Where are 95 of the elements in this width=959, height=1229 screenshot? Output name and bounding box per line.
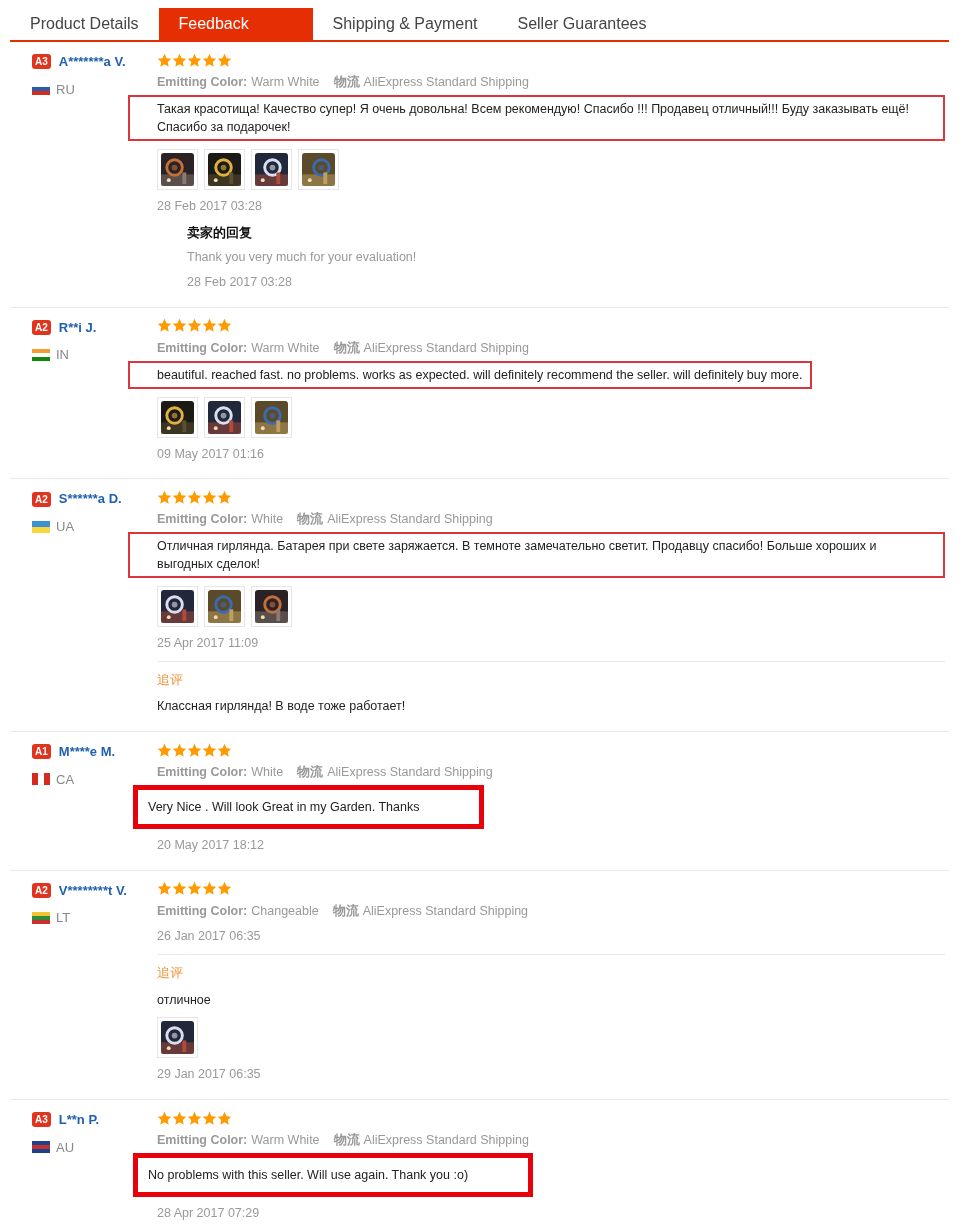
country-code: UA: [56, 517, 75, 536]
star-icon: [217, 318, 232, 334]
star-icon: [172, 742, 187, 758]
star-icon: [187, 1110, 202, 1126]
attribute-value: Changeable: [251, 902, 319, 920]
reply-title: 卖家的回复: [187, 224, 253, 242]
level-badge: A2: [32, 491, 51, 507]
star-icon: [172, 881, 187, 896]
follow-up-text: Классная гирлянда! В воде тоже работает!: [157, 698, 407, 716]
star-icon: [157, 52, 172, 68]
follow-up-title: 追评: [157, 670, 184, 689]
star-icon: [202, 489, 217, 505]
country-code: CA: [56, 770, 75, 789]
star-icon: [217, 52, 232, 68]
user-name[interactable]: M****e M.: [58, 742, 116, 762]
level-badge: A3: [32, 1112, 51, 1128]
attribute-label: 物流: [332, 902, 359, 920]
review-text: Отличная гирлянда. Батарея при свете заряжается. В темноте замечательно светит. Продавцу спасибо! Больше хороших и выгодных сделок!: [157, 538, 878, 573]
country-code: RU: [56, 80, 75, 99]
country-code: IN: [56, 346, 69, 365]
attribute-label: 物流: [333, 74, 360, 91]
tab[interactable]: Shipping & Payment: [312, 8, 498, 40]
attribute-label: Emitting Color:: [157, 511, 248, 529]
review-date: 26 Jan 2017 06:35: [157, 928, 262, 946]
star-icon: [187, 318, 202, 334]
attribute-value: AliExpress Standard Shipping: [327, 764, 493, 781]
star-icon: [157, 489, 172, 505]
attribute-value: AliExpress Standard Shipping: [363, 1132, 529, 1149]
review-text: beautiful. reached fast. no problems. works as expected. will definitely recommend the seller. will definitely buy more.: [157, 366, 803, 384]
attribute-label: 物流: [297, 764, 324, 781]
attribute-label: 物流: [297, 511, 324, 529]
attribute-label: Emitting Color:: [157, 74, 248, 91]
star-icon: [202, 881, 217, 896]
follow-up-date: 29 Jan 2017 06:35: [157, 1066, 262, 1084]
star-icon: [172, 318, 187, 334]
level-badge: A2: [32, 320, 51, 335]
follow-up-text: отличное: [157, 991, 212, 1009]
star-icon: [157, 318, 172, 334]
star-icon: [217, 742, 232, 758]
star-icon: [187, 489, 202, 505]
star-icon: [217, 1110, 232, 1126]
star-icon: [202, 52, 217, 68]
star-icon: [187, 742, 202, 758]
star-icon: [217, 881, 232, 896]
attribute-label: Emitting Color:: [157, 339, 248, 357]
user-name[interactable]: S******a D.: [58, 489, 122, 509]
star-icon: [157, 1110, 172, 1126]
country-code: AU: [56, 1138, 75, 1157]
star-icon: [157, 742, 172, 758]
attribute-value: AliExpress Standard Shipping: [363, 74, 529, 91]
user-name[interactable]: V********t V.: [58, 880, 127, 900]
user-name[interactable]: A*******a V.: [58, 52, 126, 72]
tab[interactable]: Feedback: [158, 8, 313, 40]
attribute-label: 物流: [333, 1132, 360, 1149]
star-icon: [187, 881, 202, 896]
attribute-value: Warm White: [251, 1132, 320, 1149]
attribute-value: White: [251, 764, 284, 781]
review-date: 20 May 2017 18:12: [157, 836, 266, 854]
level-badge: A3: [32, 54, 51, 70]
follow-up-title: 追评: [157, 964, 184, 982]
attribute-label: Emitting Color:: [157, 764, 248, 781]
reply-date: 28 Feb 2017 03:28: [187, 274, 293, 291]
tab[interactable]: Product Details: [10, 8, 159, 40]
country-code: LT: [56, 909, 71, 927]
star-icon: [157, 881, 172, 896]
level-badge: A2: [32, 882, 51, 898]
star-icon: [202, 1110, 217, 1126]
attribute-label: 物流: [333, 339, 360, 357]
review-date: 25 Apr 2017 11:09: [157, 635, 260, 652]
star-icon: [187, 52, 202, 68]
review-date: 09 May 2017 01:16: [157, 445, 266, 463]
attribute-value: White: [251, 511, 284, 529]
level-badge: A1: [32, 744, 51, 760]
attribute-label: Emitting Color:: [157, 1132, 248, 1149]
review-text: No problems with this seller. Will use again. Thank you :o): [148, 1166, 469, 1184]
review-date: 28 Feb 2017 03:28: [157, 197, 263, 215]
review-date: 28 Apr 2017 07:29: [157, 1204, 261, 1222]
attribute-value: AliExpress Standard Shipping: [363, 339, 529, 357]
tab[interactable]: Seller Guarantees: [497, 8, 667, 40]
attribute-value: AliExpress Standard Shipping: [362, 902, 529, 920]
star-icon: [202, 318, 217, 334]
user-name[interactable]: R**i J.: [58, 317, 97, 338]
reply-text: Thank you very much for your evaluation!: [187, 249, 418, 267]
star-icon: [217, 489, 232, 505]
star-icon: [172, 52, 187, 68]
star-icon: [172, 489, 187, 505]
review-text: Very Nice . Will look Great in my Garden. Thanks: [148, 798, 420, 816]
user-name[interactable]: L**n P.: [58, 1110, 99, 1130]
attribute-label: Emitting Color:: [157, 902, 248, 920]
star-icon: [202, 742, 217, 758]
attribute-value: Warm White: [251, 339, 320, 357]
review-text: Такая красотища! Качество супер! Я очень довольна! Всем рекомендую! Спасибо !!! Продавец отличный!!! Буду заказывать ещё! Спасибо за подарочек!: [157, 100, 911, 136]
star-icon: [172, 1110, 187, 1126]
attribute-value: Warm White: [251, 74, 320, 91]
attribute-value: AliExpress Standard Shipping: [327, 511, 493, 529]
